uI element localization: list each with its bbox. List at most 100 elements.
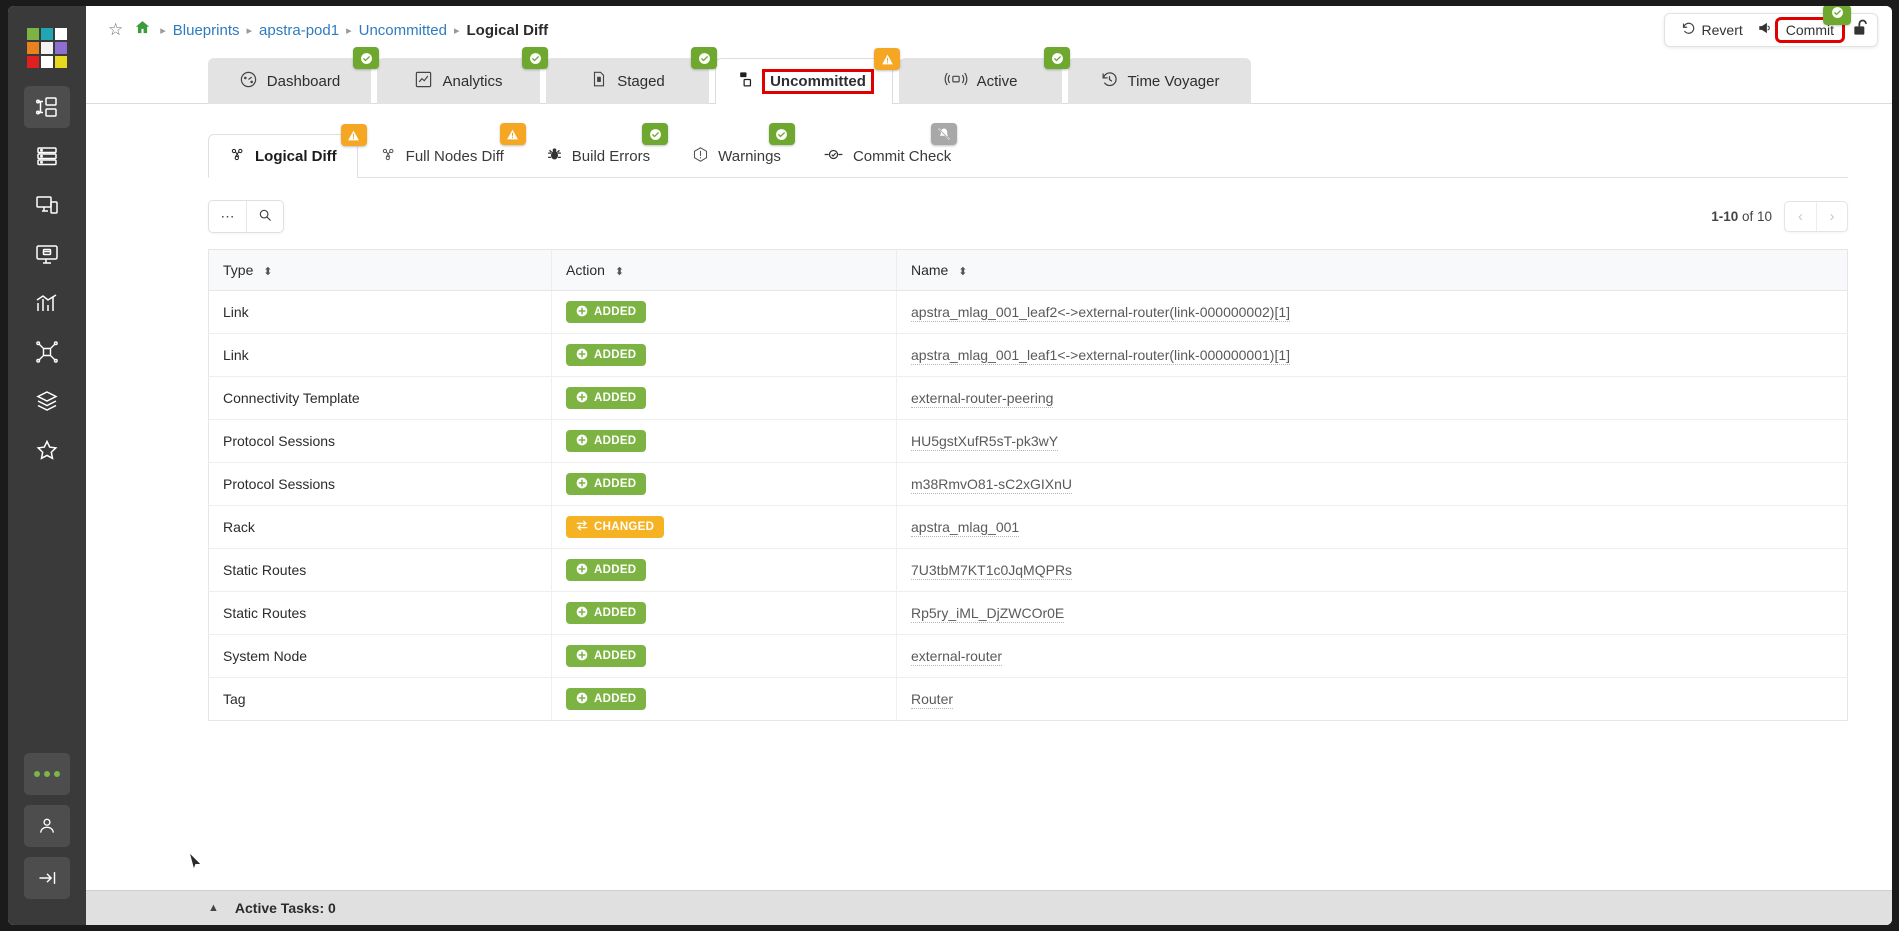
status-badge-label: ADDED [594,478,636,490]
plus-circle-icon [576,606,588,621]
sidebar-collapse-button[interactable] [24,857,70,899]
status-badge [1823,6,1851,25]
tab-active[interactable]: Active [899,58,1062,104]
sort-icon[interactable]: ⬍ [615,266,623,278]
column-header-action[interactable]: Action ⬍ [552,250,897,291]
home-icon[interactable] [134,19,151,41]
name-link[interactable]: apstra_mlag_001_leaf1<->external-router(… [911,347,1290,365]
apstra-logo[interactable] [27,28,67,68]
tab-uncommitted[interactable]: Uncommitted [715,58,893,104]
active-tasks-bar[interactable]: ▲ Active Tasks: 0 [86,890,1892,925]
collapse-arrow-icon [37,868,57,888]
sidebar-item-analytics[interactable] [24,282,70,324]
blueprints-icon [35,95,59,119]
table-header: Type ⬍ Action ⬍ Name ⬍ [209,250,1848,291]
sort-icon[interactable]: ⬍ [958,266,966,278]
plus-circle-icon [576,692,588,707]
name-link[interactable]: Router [911,691,953,709]
search-button[interactable] [246,201,283,232]
subtab-build-errors[interactable]: Build Errors [526,134,670,178]
tab-badge-ok [691,47,717,69]
sidebar-item-favorites[interactable] [24,429,70,471]
tab-label: Uncommitted [765,72,871,91]
sidebar-item-design[interactable] [24,233,70,275]
status-badge-label: ADDED [594,392,636,404]
cell-name: external-router [897,635,1848,678]
broadcast-icon [944,70,968,93]
caret-up-icon[interactable]: ▲ [208,902,219,914]
sidebar-more-button[interactable] [24,753,70,795]
cell-name: apstra_mlag_001 [897,506,1848,549]
column-header-name[interactable]: Name ⬍ [897,250,1848,291]
tab-staged[interactable]: Staged [546,58,709,104]
sort-icon[interactable]: ⬍ [263,266,271,278]
breadcrumb: ☆ ▸ Blueprints ▸ apstra-pod1 ▸ Uncommitt… [108,19,548,41]
breadcrumb-item-logical-diff: Logical Diff [467,22,549,39]
tab-badge-ok [1044,47,1070,69]
cell-name: HU5gstXufR5sT-pk3wY [897,420,1848,463]
table-row: Protocol SessionsADDEDHU5gstXufR5sT-pk3w… [209,420,1848,463]
name-link[interactable]: external-router-peering [911,390,1053,408]
more-options-button[interactable]: ⋯ [209,201,246,232]
sidebar-item-resources[interactable] [24,184,70,226]
status-badge-added: ADDED [566,301,646,323]
name-link[interactable]: apstra_mlag_001_leaf2<->external-router(… [911,304,1290,322]
pagination-range-rest: of 10 [1738,209,1772,224]
subtab-commit-check[interactable]: Commit Check [803,134,971,178]
name-link[interactable]: Rp5ry_iML_DjZWCOr0E [911,605,1064,623]
tab-dashboard[interactable]: Dashboard [208,58,371,104]
cell-type: Tag [209,678,552,721]
top-bar-actions: Revert Commit [1664,13,1878,47]
sidebar-user-button[interactable] [24,805,70,847]
subtab-warnings[interactable]: Warnings [672,134,801,178]
commit-action-pill: Revert Commit [1664,13,1878,47]
subtab-logical-diff[interactable]: Logical Diff [208,134,358,178]
sidebar-item-platform[interactable] [24,380,70,422]
table-header-row: Type ⬍ Action ⬍ Name ⬍ [209,250,1848,291]
tab-badge-ok [522,47,548,69]
cell-name: Router [897,678,1848,721]
cell-action: ADDED [552,678,897,721]
tab-analytics[interactable]: Analytics [377,58,540,104]
cell-name: m38RmvO81-sC2xGIXnU [897,463,1848,506]
breadcrumb-sep: ▸ [246,24,252,37]
pagination-next-button[interactable]: › [1816,202,1847,231]
chevron-right-icon: › [1830,208,1835,225]
application-window: ☆ ▸ Blueprints ▸ apstra-pod1 ▸ Uncommitt… [8,6,1892,925]
logo-tile [41,28,53,40]
bug-icon [546,146,563,167]
star-outline-icon[interactable]: ☆ [108,20,123,40]
commit-check-icon [823,146,844,167]
network-nodes-icon [35,340,59,364]
pagination-prev-button[interactable]: ‹ [1785,202,1816,231]
sidebar-item-topology[interactable] [24,331,70,373]
logo-tile [41,42,53,54]
column-header-type[interactable]: Type ⬍ [209,250,552,291]
status-badge-added: ADDED [566,688,646,710]
logical-diff-table: Type ⬍ Action ⬍ Name ⬍ LinkADDEDapstr [208,249,1848,721]
sidebar-item-blueprints[interactable] [24,86,70,128]
breadcrumb-item-blueprints[interactable]: Blueprints [173,22,240,39]
table-toolbar: ⋯ 1-10 of 10 ‹ › [86,178,1892,233]
name-link[interactable]: apstra_mlag_001 [911,519,1019,537]
cell-type: Static Routes [209,592,552,635]
cell-type: Protocol Sessions [209,463,552,506]
user-icon [37,816,57,836]
status-badge-added: ADDED [566,344,646,366]
status-badge-added: ADDED [566,387,646,409]
uncommitted-boxes-icon [737,70,756,93]
name-link[interactable]: external-router [911,648,1002,666]
tab-time-voyager[interactable]: Time Voyager [1068,58,1251,104]
sidebar-item-devices[interactable] [24,135,70,177]
status-badge-label: CHANGED [594,521,654,533]
breadcrumb-item-uncommitted[interactable]: Uncommitted [359,22,447,39]
breadcrumb-item-apstra-pod1[interactable]: apstra-pod1 [259,22,339,39]
name-link[interactable]: 7U3tbM7KT1c0JqMQPRs [911,562,1072,580]
subtab-full-nodes-diff[interactable]: Full Nodes Diff [360,134,524,178]
status-badge-label: ADDED [594,306,636,318]
unlock-icon[interactable] [1851,18,1871,43]
subtab-label: Logical Diff [255,148,337,165]
revert-button[interactable]: Revert [1671,17,1753,43]
name-link[interactable]: HU5gstXufR5sT-pk3wY [911,433,1058,451]
name-link[interactable]: m38RmvO81-sC2xGIXnU [911,476,1072,494]
